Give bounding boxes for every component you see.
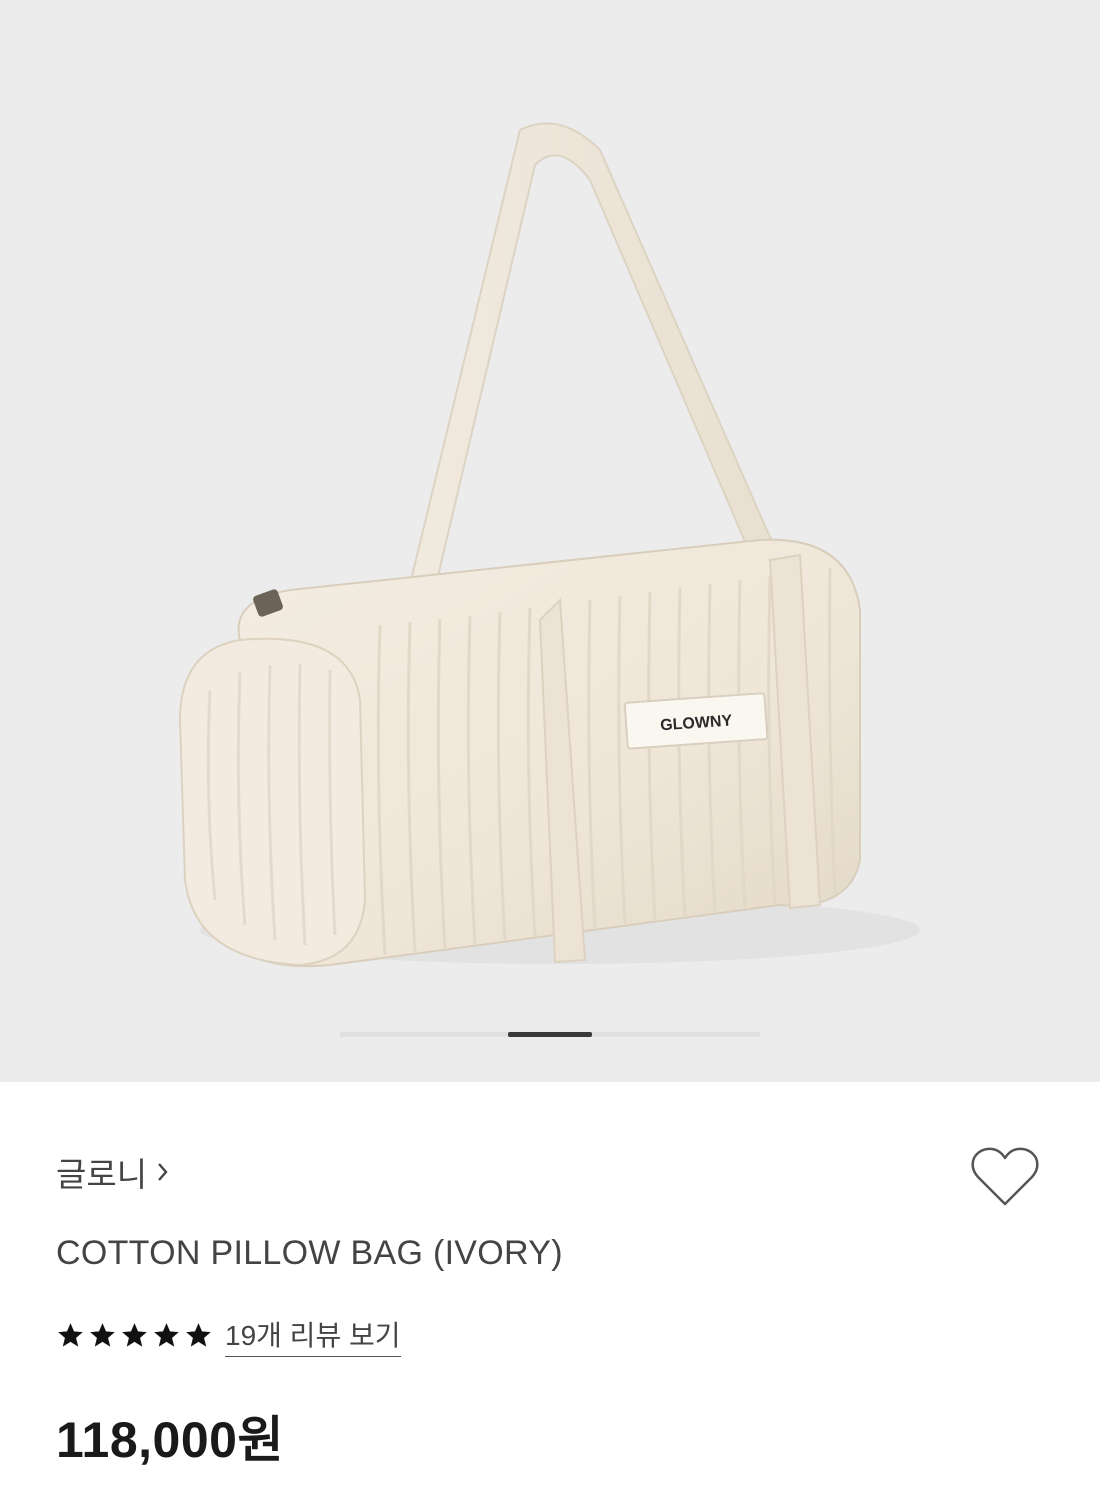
product-info: 글로니 COTTON PILLOW BAG (IVORY) 19개 리뷰 보기 … <box>0 1082 1100 1500</box>
star-icon <box>122 1323 147 1347</box>
wishlist-button[interactable] <box>968 1144 1042 1210</box>
product-title: COTTON PILLOW BAG (IVORY) <box>56 1234 563 1272</box>
product-price: 118,000원 <box>56 1412 284 1468</box>
star-icon <box>58 1323 83 1347</box>
rating-stars <box>56 1321 213 1350</box>
chevron-right-icon <box>153 1157 173 1187</box>
brand-link[interactable]: 글로니 <box>56 1148 173 1196</box>
brand-name: 글로니 <box>56 1156 148 1193</box>
product-photo: GLOWNY <box>178 122 920 968</box>
rating-row: 19개 리뷰 보기 <box>56 1314 401 1357</box>
star-icon <box>154 1323 179 1347</box>
star-icon <box>90 1323 115 1347</box>
star-icon <box>186 1323 211 1347</box>
image-pager[interactable] <box>340 1032 760 1037</box>
product-image-gallery[interactable]: GLOWNY <box>0 0 1100 1082</box>
reviews-link[interactable]: 19개 리뷰 보기 <box>225 1314 401 1357</box>
heart-outline-icon <box>971 1147 1039 1206</box>
image-pager-indicator <box>508 1032 592 1037</box>
